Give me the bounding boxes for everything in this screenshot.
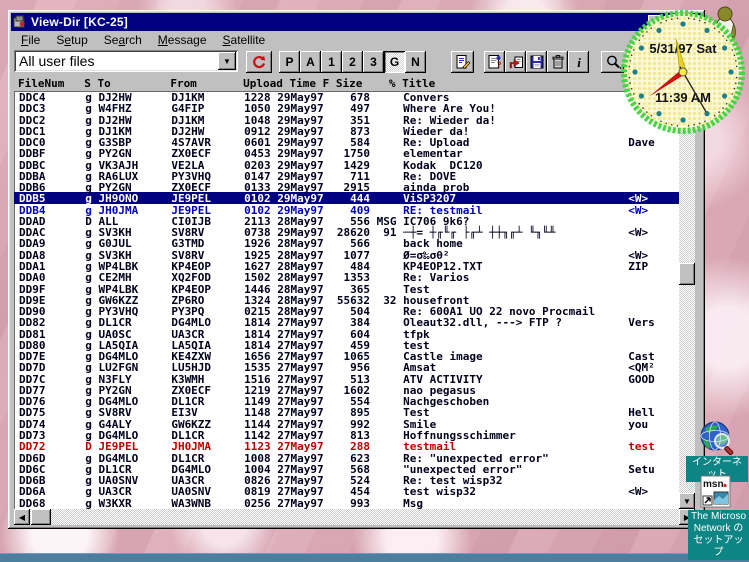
filter-button-1[interactable]: 1 — [321, 51, 342, 73]
table-row[interactable]: DDC4 g DJ2HW DJ1KM 1228 29May97 678 Conv… — [14, 91, 679, 102]
vertical-scroll-thumb[interactable] — [679, 263, 695, 285]
clock-date: 5/31/97 Sat — [649, 41, 717, 56]
menu-bar: FileSetupSearchMessageSatellite — [11, 31, 702, 48]
table-row[interactable]: DDAD D ALL CI0IJB 2113 28May97 556 MSG I… — [14, 215, 679, 226]
scroll-left-button[interactable]: ◀ — [14, 509, 30, 525]
filter-button-2[interactable]: 2 — [342, 51, 363, 73]
filter-button-3[interactable]: 3 — [363, 51, 384, 73]
save-icon — [529, 54, 545, 70]
table-row[interactable]: DD7D g LU2FGN LU5HJD 1535 27May97 956 Am… — [14, 361, 679, 372]
filter-button-p[interactable]: P — [279, 51, 300, 73]
table-row[interactable]: DD7C g N3FLY K3WMH 1516 27May97 513 ATV … — [14, 373, 679, 384]
msn-setup-icon[interactable]: msn — [700, 475, 731, 513]
table-row[interactable]: DD75 g SV8RV EI3V 1148 27May97 895 Test … — [14, 406, 679, 417]
info-button[interactable]: i — [568, 51, 589, 73]
horizontal-scroll-thumb[interactable] — [31, 509, 51, 525]
svg-text:i: i — [577, 55, 581, 70]
table-row[interactable]: DDA0 g CE2MH XQ2FOD 1502 28May97 1353 Re… — [14, 271, 679, 282]
clock-time: 11:39 AM — [655, 90, 711, 105]
table-row[interactable]: DD7E g DG4MLO KE4ZXW 1656 27May97 1065 C… — [14, 350, 679, 361]
file-filter-combobox[interactable]: All user files ▼ — [14, 50, 238, 72]
save-button[interactable] — [526, 51, 547, 73]
svg-text:?: ? — [497, 60, 502, 70]
internet-icon[interactable] — [697, 420, 737, 461]
table-row[interactable]: DD68 g W3KXR WA3WNB 0256 27May97 993 Msg — [14, 497, 679, 508]
table-row[interactable]: DD81 g UA0SC UA3CR 1814 27May97 604 tfpk — [14, 328, 679, 339]
table-row[interactable]: DD77 g PY2GN ZX0ECF 1219 27May97 1602 na… — [14, 384, 679, 395]
info-icon: i — [571, 54, 587, 70]
table-row[interactable]: DDA8 g SV3KH SV8RV 1925 28May97 1077 Ø=σ… — [14, 249, 679, 260]
table-row[interactable]: DDA9 g G0JUL G3TMD 1926 28May97 566 back… — [14, 237, 679, 248]
table-row[interactable]: DDB4 g JH0JMA JE9PEL 0102 29May97 409 RE… — [14, 204, 679, 215]
table-row[interactable]: DDC3 g W4FHZ G4FIP 1050 29May97 497 Wher… — [14, 102, 679, 113]
table-row[interactable]: DD80 g LA5QIA LA5QIA 1814 27May97 459 te… — [14, 339, 679, 350]
table-row[interactable]: DDC0 g G3SBP 4S7AVR 0601 29May97 584 Re:… — [14, 136, 679, 147]
table-row[interactable]: DDA1 g WP4LBK KP4EOP 1627 28May97 484 KP… — [14, 260, 679, 271]
menu-message[interactable]: Message — [150, 32, 215, 48]
arrow-left-icon: ◀ — [19, 513, 25, 522]
table-row[interactable]: DD6D g DG4MLO DL1CR 1008 27May97 623 Re:… — [14, 452, 679, 463]
scroll-down-button[interactable]: ▼ — [679, 493, 695, 509]
menu-setup[interactable]: Setup — [48, 32, 95, 48]
table-row[interactable]: DD6A g UA3CR UA0SNV 0819 27May97 454 tes… — [14, 485, 679, 496]
filter-button-g[interactable]: G — [384, 51, 405, 73]
table-row[interactable]: DD6C g DL1CR DG4MLO 1004 27May97 568 "un… — [14, 463, 679, 474]
menu-file[interactable]: File — [13, 32, 48, 48]
table-row[interactable]: DD6B g UA0SNV UA3CR 0826 27May97 524 Re:… — [14, 474, 679, 485]
refresh-icon — [251, 54, 267, 70]
table-row[interactable]: DDBA g RA6LUX PY3VHQ 0147 29May97 711 Re… — [14, 170, 679, 181]
report-icon: ? — [487, 54, 503, 70]
table-row[interactable]: DDC2 g DJ2HW DJ1KM 1048 29May97 351 Re: … — [14, 114, 679, 125]
compose-button[interactable] — [451, 51, 474, 73]
table-row[interactable]: DD72 D JE9PEL JH0JMA 1123 27May97 288 te… — [14, 440, 679, 451]
table-row[interactable]: DDB5 g JH9ONO JE9PEL 0102 29May97 444 Vi… — [14, 192, 679, 203]
table-row[interactable]: DD9F g WP4LBK KP4EOP 1446 28May97 365 Te… — [14, 283, 679, 294]
table-row[interactable]: DDBF g PY2GN ZX0ECF 0453 29May97 1750 el… — [14, 147, 679, 158]
svg-text:msn: msn — [703, 479, 724, 490]
table-row[interactable]: DD74 g G4ALY GW6KZZ 1144 27May97 992 Smi… — [14, 418, 679, 429]
chevron-down-icon: ▼ — [223, 57, 231, 66]
filter-button-n[interactable]: N — [405, 51, 426, 73]
filter-button-a[interactable]: A — [300, 51, 321, 73]
toolbar: All user files ▼ PA123GN ? i — [11, 48, 702, 76]
table-row[interactable]: DD90 g PY3VHQ PY3PQ 0215 28May97 504 Re:… — [14, 305, 679, 316]
compose-icon — [455, 54, 471, 70]
table-row[interactable]: DDBC g VK3AJH VE2LA 0203 29May97 1429 Ko… — [14, 159, 679, 170]
trash-button[interactable] — [547, 51, 568, 73]
column-header[interactable]: FileNum S To From Upload Time F Size % T… — [14, 77, 679, 91]
vertical-scrollbar[interactable]: ▲ ▼ — [679, 91, 695, 509]
window-title: View-Dir [KC-25] — [31, 15, 128, 29]
refresh-button[interactable] — [246, 51, 272, 73]
file-list: DDC4 g DJ2HW DJ1KM 1228 29May97 678 Conv… — [14, 91, 679, 509]
taskbar-edge-strip — [0, 553, 749, 562]
arrow-down-icon: ▼ — [683, 497, 691, 506]
app-window: View-Dir [KC-25] × FileSetupSearchMessag… — [8, 10, 705, 529]
menu-satellite[interactable]: Satellite — [215, 32, 274, 48]
clock-widget[interactable]: 5/31/97 Sat 11:39 AM — [617, 6, 749, 138]
table-row[interactable]: DDAC g SV3KH SV8RV 0738 29May97 28620 91… — [14, 226, 679, 237]
trash-icon — [550, 54, 566, 70]
app-icon — [13, 15, 27, 29]
import-message-button[interactable] — [505, 51, 526, 73]
title-bar[interactable]: View-Dir [KC-25] × — [11, 13, 702, 31]
table-row[interactable]: DDB6 g PY2GN ZX0ECF 0133 29May97 2915 ai… — [14, 181, 679, 192]
combo-dropdown-button[interactable]: ▼ — [218, 52, 236, 70]
import-message-icon — [508, 54, 524, 70]
msn-setup-icon-label[interactable]: The Microso Network の セットアップ — [688, 510, 749, 560]
table-row[interactable]: DD76 g DG4MLO DL1CR 1149 27May97 554 Nac… — [14, 395, 679, 406]
table-row[interactable]: DD82 g DL1CR DG4MLO 1814 27May97 384 Ole… — [14, 316, 679, 327]
menu-search[interactable]: Search — [96, 32, 150, 48]
horizontal-scrollbar[interactable]: ◀ ▶ — [14, 509, 695, 525]
table-row[interactable]: DD9E g GW6KZZ ZP6RO 1324 28May97 55632 3… — [14, 294, 679, 305]
table-row[interactable]: DD73 g DG4MLO DL1CR 1142 27May97 813 Hof… — [14, 429, 679, 440]
report-button[interactable]: ? — [484, 51, 505, 73]
table-row[interactable]: DDC1 g DJ1KM DJ2HW 0912 29May97 873 Wied… — [14, 125, 679, 136]
file-filter-value: All user files — [19, 53, 94, 69]
